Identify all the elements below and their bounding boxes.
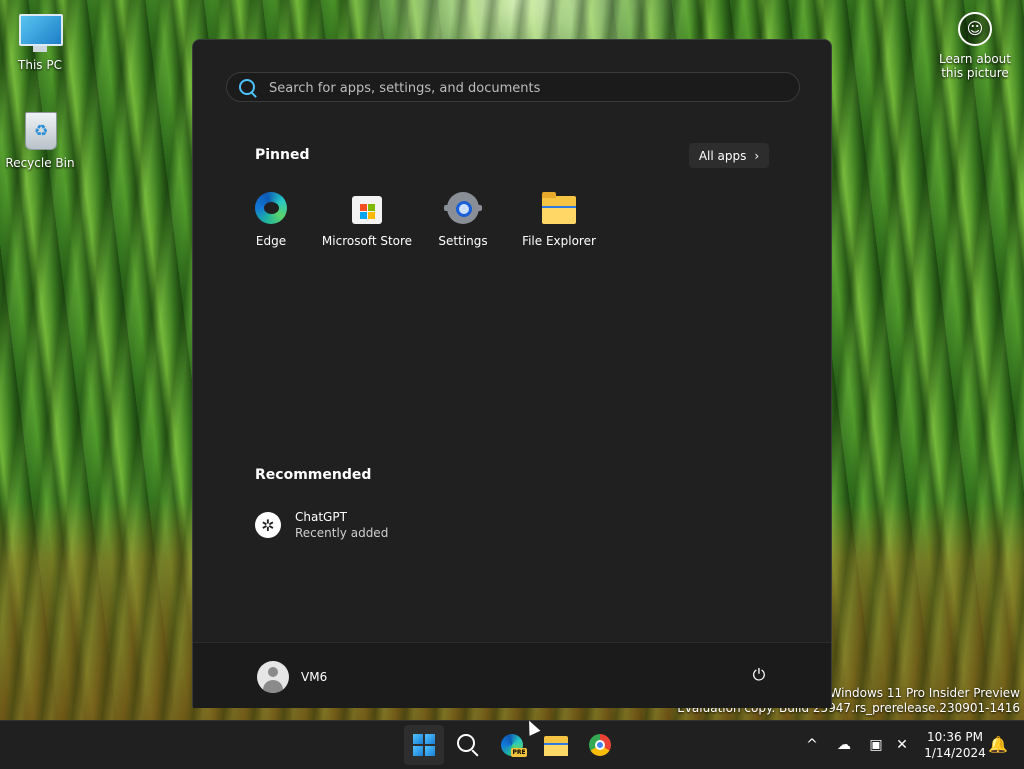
start-search-box[interactable] — [226, 72, 800, 102]
folder-icon — [544, 736, 568, 756]
monitor-icon — [18, 10, 63, 54]
recommended-item-subtitle: Recently added — [295, 526, 389, 540]
chrome-icon — [589, 734, 611, 756]
store-icon — [349, 190, 385, 226]
clock-date: 1/14/2024 — [924, 746, 986, 760]
notification-bell-icon[interactable]: 🔔 — [988, 735, 1008, 754]
gear-icon — [444, 190, 482, 226]
pre-badge: PRE — [511, 748, 527, 757]
start-menu-footer: VM6 ⏻ — [193, 642, 831, 708]
learn-about-picture[interactable]: ☺ Learn about this picture — [938, 12, 1012, 80]
search-icon — [457, 734, 475, 752]
start-button[interactable] — [404, 725, 444, 765]
taskbar-edge-beta[interactable]: PRE — [492, 725, 532, 765]
pinned-heading: Pinned — [255, 147, 310, 163]
chatgpt-icon: ✲ — [255, 512, 281, 538]
pinned-apps-grid: Edge Microsoft Store Settings File Explo… — [223, 190, 607, 248]
windows-logo-icon — [413, 734, 435, 756]
pinned-app-file-explorer[interactable]: File Explorer — [511, 190, 607, 248]
recommended-item-chatgpt[interactable]: ✲ ChatGPT Recently added — [255, 510, 388, 540]
taskbar: PRE ^ ☁ ▣ ✕ 10:36 PM 1/14/2024 🔔 — [0, 720, 1024, 769]
folder-icon — [541, 190, 577, 226]
search-input[interactable] — [267, 77, 771, 99]
pinned-app-label: File Explorer — [522, 234, 596, 248]
all-apps-button[interactable]: All apps › — [689, 143, 769, 168]
taskbar-chrome[interactable] — [580, 725, 620, 765]
onedrive-icon[interactable]: ☁ — [834, 735, 854, 755]
taskbar-search-button[interactable] — [448, 725, 488, 765]
pinned-app-settings[interactable]: Settings — [415, 190, 511, 248]
volume-muted-icon[interactable]: ✕ — [892, 735, 912, 755]
pinned-app-microsoft-store[interactable]: Microsoft Store — [319, 190, 415, 248]
user-avatar[interactable] — [257, 661, 289, 693]
network-icon[interactable]: ▣ — [866, 735, 886, 755]
chevron-right-icon: › — [754, 148, 760, 163]
desktop-icon-label: Recycle Bin — [5, 156, 75, 170]
chevron-up-icon[interactable]: ^ — [802, 735, 822, 755]
recommended-item-name: ChatGPT — [295, 510, 347, 524]
search-icon — [239, 79, 255, 95]
recommended-heading: Recommended — [255, 467, 372, 483]
desktop-icon-label: This PC — [18, 58, 62, 72]
taskbar-file-explorer[interactable] — [536, 725, 576, 765]
all-apps-label: All apps — [698, 148, 747, 163]
pinned-app-label: Microsoft Store — [321, 234, 413, 248]
user-name[interactable]: VM6 — [301, 670, 327, 684]
power-icon[interactable]: ⏻ — [751, 667, 767, 683]
taskbar-clock[interactable]: 10:36 PM 1/14/2024 — [918, 729, 992, 761]
learn-about-label: Learn about this picture — [939, 52, 1011, 80]
pinned-app-edge[interactable]: Edge — [223, 190, 319, 248]
clock-time: 10:36 PM — [927, 730, 983, 744]
pinned-app-label: Edge — [255, 234, 287, 248]
pinned-app-label: Settings — [438, 234, 488, 248]
start-menu: Pinned All apps › Edge Microsoft Store S… — [192, 39, 832, 708]
desktop-icon-recycle-bin[interactable]: ♻ Recycle Bin — [2, 108, 78, 170]
edge-icon — [253, 190, 289, 226]
recycle-bin-icon: ♻ — [18, 108, 62, 152]
edge-icon: PRE — [501, 734, 527, 757]
desktop-icon-this-pc[interactable]: This PC — [2, 10, 78, 72]
camera-icon: ☺ — [958, 12, 992, 46]
